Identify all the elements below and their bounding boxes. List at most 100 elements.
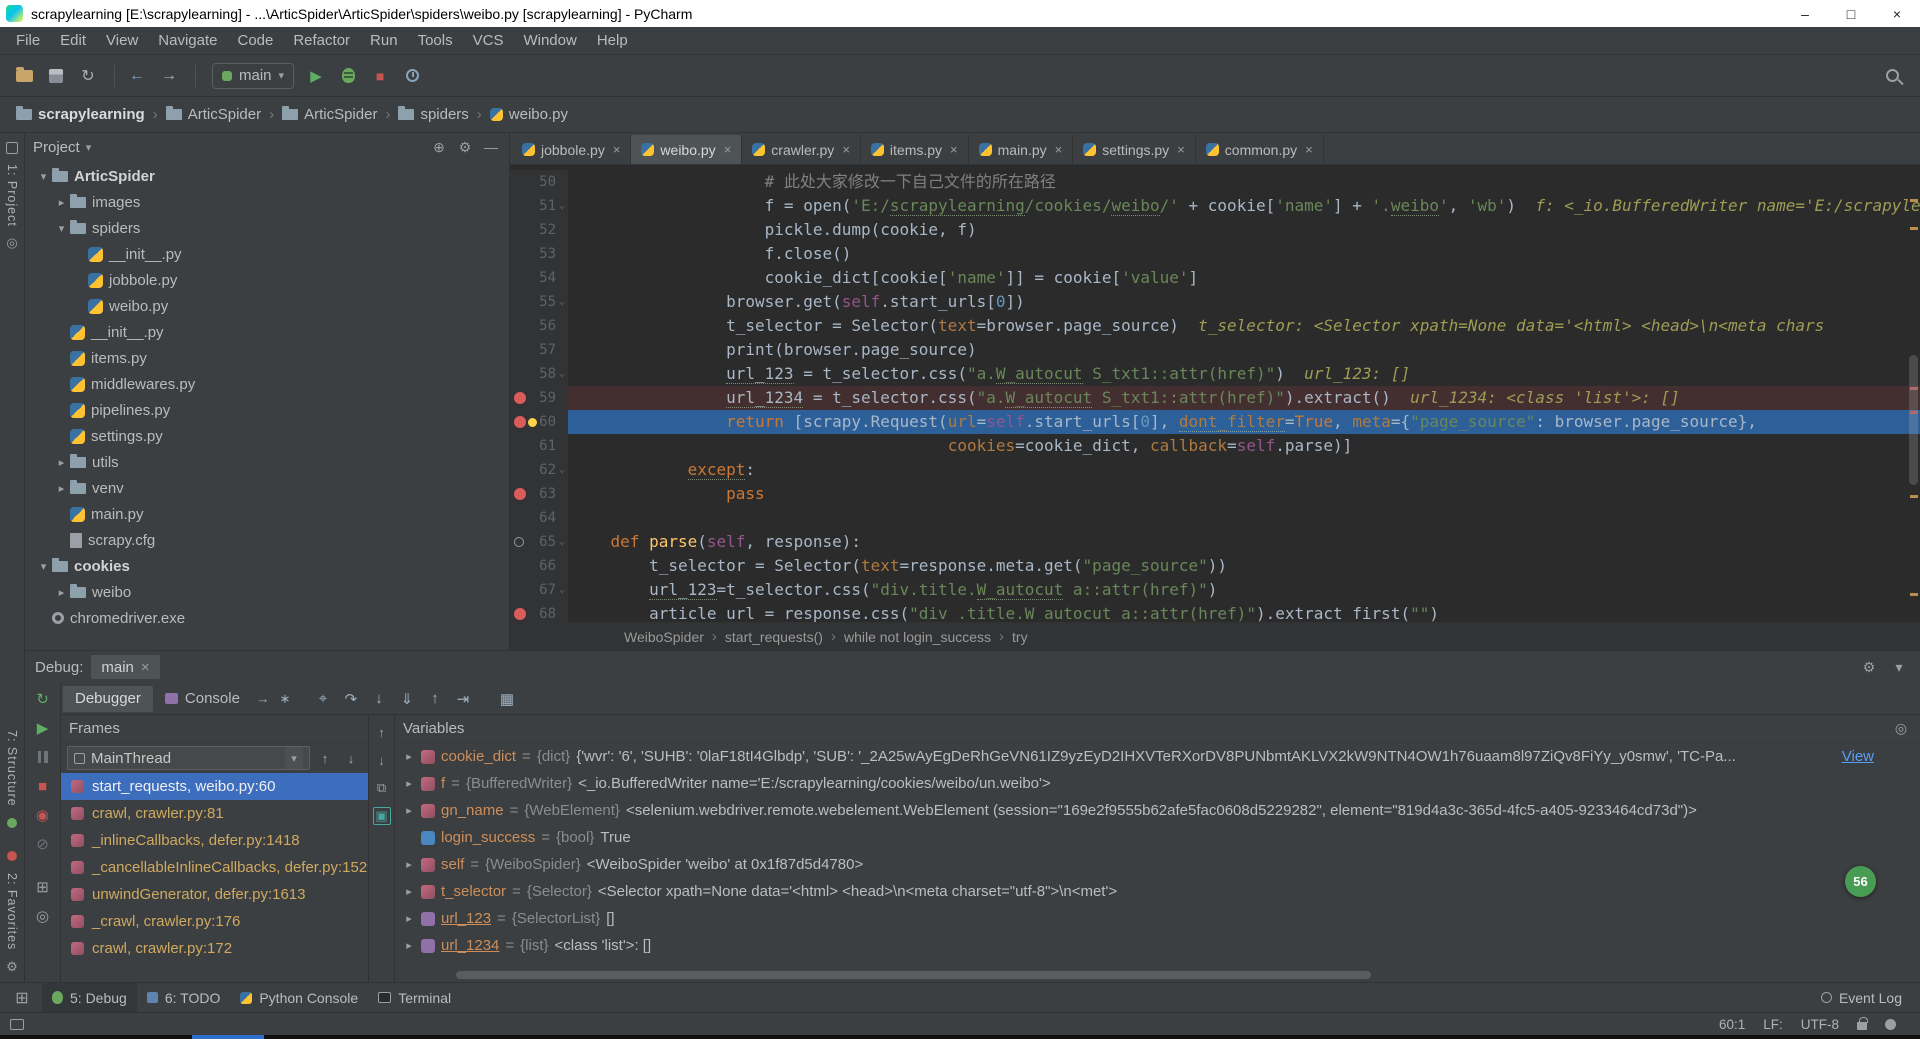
- gutter[interactable]: 64: [510, 506, 568, 530]
- line-number[interactable]: 59: [536, 386, 556, 410]
- view-breakpoints-button[interactable]: ◉: [33, 805, 53, 825]
- view-link[interactable]: View: [1842, 748, 1874, 765]
- frame-item[interactable]: crawl, crawler.py:81: [61, 800, 368, 827]
- tab-debugger[interactable]: Debugger: [63, 686, 153, 712]
- line-number[interactable]: 52: [536, 218, 556, 242]
- frame-item[interactable]: crawl, crawler.py:172: [61, 935, 368, 962]
- expand-arrow-icon[interactable]: ▸: [403, 939, 415, 952]
- tab-main-py[interactable]: main.py×: [969, 135, 1074, 164]
- thread-select[interactable]: MainThread ▾: [67, 746, 310, 770]
- gutter[interactable]: 51⌄: [510, 194, 568, 218]
- tab-weibo-py[interactable]: weibo.py×: [631, 135, 742, 164]
- chevron-down-icon[interactable]: ▾: [35, 560, 52, 573]
- close-tab-icon[interactable]: ×: [842, 142, 850, 157]
- file-encoding[interactable]: UTF-8: [1801, 1017, 1839, 1032]
- line-number[interactable]: 56: [536, 314, 556, 338]
- maximize-button[interactable]: □: [1828, 0, 1874, 27]
- tree-item-weibo[interactable]: ▸weibo: [25, 579, 509, 605]
- gutter[interactable]: 57: [510, 338, 568, 362]
- tree-item-middlewares-py[interactable]: middlewares.py: [25, 371, 509, 397]
- variable-row[interactable]: ▸url_123 = {SelectorList} []: [395, 905, 1920, 932]
- close-tab-icon[interactable]: ×: [141, 659, 150, 676]
- fold-icon[interactable]: ⌄: [556, 290, 568, 314]
- editor-scrollbar[interactable]: [1909, 355, 1918, 485]
- gutter[interactable]: 66: [510, 554, 568, 578]
- breakpoint-icon[interactable]: [514, 392, 526, 404]
- fold-icon[interactable]: ⌄: [556, 578, 568, 602]
- line-number[interactable]: 65: [536, 530, 556, 554]
- gutter[interactable]: 67⌄: [510, 578, 568, 602]
- override-marker-icon[interactable]: [514, 537, 524, 547]
- gutter[interactable]: 58⌄: [510, 362, 568, 386]
- tab-settings-py[interactable]: settings.py×: [1073, 135, 1196, 164]
- gear-icon[interactable]: ⚙: [455, 139, 475, 156]
- close-tab-icon[interactable]: ×: [950, 142, 958, 157]
- step-into-button[interactable]: ↓: [366, 687, 392, 711]
- sidebar-item-structure[interactable]: 7: Structure: [5, 730, 19, 807]
- menu-navigate[interactable]: Navigate: [148, 29, 227, 52]
- frame-item[interactable]: _inlineCallbacks, defer.py:1418: [61, 827, 368, 854]
- variable-row[interactable]: ▸f = {BufferedWriter} <_io.BufferedWrite…: [395, 770, 1920, 797]
- back-frame-icon[interactable]: ↑: [373, 723, 391, 741]
- gutter[interactable]: 54: [510, 266, 568, 290]
- step-out-button[interactable]: ↑: [422, 687, 448, 711]
- line-number[interactable]: 58: [536, 362, 556, 386]
- frame-item[interactable]: start_requests, weibo.py:60: [61, 773, 368, 800]
- line-number[interactable]: 50: [536, 170, 556, 194]
- close-tab-icon[interactable]: ×: [613, 142, 621, 157]
- pin-icon[interactable]: ◎: [4, 235, 21, 252]
- caret-position[interactable]: 60:1: [1719, 1017, 1745, 1032]
- menu-tools[interactable]: Tools: [408, 29, 463, 52]
- gutter[interactable]: 63: [510, 482, 568, 506]
- notification-badge[interactable]: 56: [1845, 866, 1876, 897]
- sync-button[interactable]: ↻: [74, 63, 102, 89]
- menu-code[interactable]: Code: [227, 29, 283, 52]
- editor-breadcrumb-item[interactable]: while not login_success: [840, 629, 995, 645]
- breadcrumb-item[interactable]: ArticSpider: [278, 106, 381, 123]
- breadcrumb-item[interactable]: spiders: [394, 106, 472, 123]
- tree-item-scrapy-cfg[interactable]: scrapy.cfg: [25, 527, 509, 553]
- horizontal-scrollbar[interactable]: [395, 971, 1920, 980]
- chevron-down-icon[interactable]: ▾: [86, 141, 92, 154]
- gutter[interactable]: 65⌄: [510, 530, 568, 554]
- profiler-button[interactable]: [398, 63, 426, 89]
- step-over-button[interactable]: ↷: [338, 687, 364, 711]
- run-dot-icon[interactable]: [4, 815, 21, 832]
- chevron-down-icon[interactable]: ▾: [285, 747, 303, 769]
- frame-item[interactable]: unwindGenerator, defer.py:1613: [61, 881, 368, 908]
- toolwindow-button-python-console[interactable]: Python Console: [230, 983, 368, 1012]
- gutter[interactable]: 56: [510, 314, 568, 338]
- sidebar-item-project[interactable]: 1: Project: [5, 164, 19, 227]
- frame-item[interactable]: _cancellableInlineCallbacks, defer.py:15…: [61, 854, 368, 881]
- chevron-right-icon[interactable]: ▸: [53, 586, 70, 599]
- line-number[interactable]: 64: [536, 506, 556, 530]
- gutter[interactable]: 53: [510, 242, 568, 266]
- hector-icon[interactable]: [1885, 1019, 1896, 1030]
- frame-item[interactable]: _crawl, crawler.py:176: [61, 908, 368, 935]
- menu-edit[interactable]: Edit: [50, 29, 96, 52]
- previous-frame-button[interactable]: ↑: [314, 747, 336, 769]
- line-number[interactable]: 62: [536, 458, 556, 482]
- chevron-down-icon[interactable]: ▾: [53, 222, 70, 235]
- gutter[interactable]: 68: [510, 602, 568, 622]
- mute-breakpoints-button[interactable]: ⊘: [33, 834, 53, 854]
- tree-item--init-py[interactable]: __init__.py: [25, 241, 509, 267]
- breakpoint-icon[interactable]: [514, 488, 526, 500]
- settings-strip-icon[interactable]: ⚙: [4, 958, 21, 975]
- line-number[interactable]: 67: [536, 578, 556, 602]
- line-number[interactable]: 57: [536, 338, 556, 362]
- menu-refactor[interactable]: Refactor: [283, 29, 360, 52]
- expand-arrow-icon[interactable]: ▸: [403, 885, 415, 898]
- tree-item-pipelines-py[interactable]: pipelines.py: [25, 397, 509, 423]
- stop-button[interactable]: ■: [366, 63, 394, 89]
- menu-run[interactable]: Run: [360, 29, 408, 52]
- tab-crawler-py[interactable]: crawler.py×: [742, 135, 861, 164]
- breakpoint-icon[interactable]: [514, 416, 526, 428]
- variable-row[interactable]: login_success = {bool} True: [395, 824, 1920, 851]
- code-editor[interactable]: 50 # 此处大家修改一下自己文件的所在路径51⌄ f = open('E:/s…: [510, 165, 1920, 622]
- open-button[interactable]: [10, 63, 38, 89]
- expand-arrow-icon[interactable]: ▸: [403, 858, 415, 871]
- expand-arrow-icon[interactable]: ▸: [403, 912, 415, 925]
- variable-row[interactable]: ▸url_1234 = {list} <class 'list'>: []: [395, 932, 1920, 959]
- toolwindow-toggle-icon[interactable]: [10, 1019, 24, 1030]
